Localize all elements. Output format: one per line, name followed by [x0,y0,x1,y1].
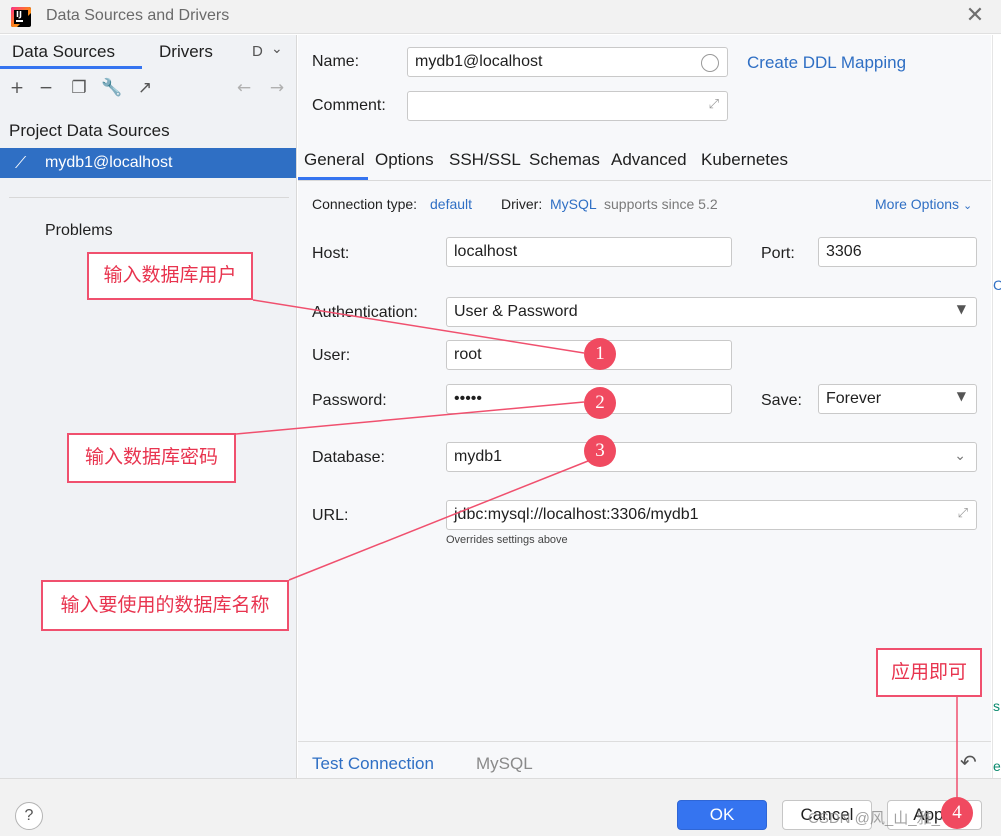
comment-label: Comment: [312,97,386,114]
divider [9,197,289,198]
save-value: Forever [826,390,882,407]
annotation-user-note: 输入数据库用户 [87,252,253,300]
step-marker-3: 3 [584,435,616,467]
title-bar: IJ Data Sources and Drivers ✕ [0,0,1001,34]
background-glyph: e [993,758,1001,774]
forward-arrow-icon[interactable]: → [266,77,288,99]
url-field[interactable]: jdbc:mysql://localhost:3306/mydb1 ⤢ [446,500,977,530]
annotation-apply-note: 应用即可 [876,648,982,697]
database-field[interactable]: mydb1 ⌄ [446,442,977,472]
create-ddl-mapping-link[interactable]: Create DDL Mapping [747,53,906,73]
ok-button[interactable]: OK [677,800,767,830]
divider [298,741,991,742]
settings-tabs: General Options SSH/SSL Schemas Advanced… [298,146,991,181]
name-field[interactable]: mydb1@localhost [407,47,728,77]
connection-type-value[interactable]: default [430,196,472,212]
step-marker-4: 4 [941,797,973,829]
port-field[interactable]: 3306 [818,237,977,267]
dropdown-arrow-icon: ▼ [956,389,966,403]
project-data-sources-heading: Project Data Sources [9,121,170,140]
tab-drivers[interactable]: Drivers [159,42,213,62]
reset-icon[interactable]: ↶ [960,750,977,774]
port-label: Port: [761,245,795,262]
close-icon[interactable]: ✕ [964,5,986,27]
annotation-password-note: 输入数据库密码 [67,433,236,483]
tab-kubernetes[interactable]: Kubernetes [701,150,788,170]
database-value: mydb1 [454,448,503,465]
color-circle-icon[interactable] [701,54,719,72]
active-tab-indicator [298,177,368,180]
expand-icon[interactable]: ⤢ [709,97,719,112]
database-label: Database: [312,449,385,466]
authentication-value: User & Password [454,303,578,320]
tab-schemas[interactable]: Schemas [529,150,600,170]
expand-icon[interactable]: ⤢ [958,506,968,521]
driver-support-note: supports since 5.2 [604,196,718,212]
url-label: URL: [312,507,349,524]
step-marker-2: 2 [584,387,616,419]
data-source-item[interactable]: ⟋ mydb1@localhost [0,148,296,178]
dropdown-arrow-icon: ▼ [956,302,966,316]
tab-options[interactable]: Options [375,150,434,170]
chevron-down-icon: ⌄ [962,199,973,212]
mysql-dolphin-icon: ⟋ [15,153,27,172]
save-label: Save: [761,392,802,409]
test-connection-link[interactable]: Test Connection [312,754,434,774]
background-glyph: C [993,277,1001,293]
left-toolbar: + − ❐ 🔧 ↗ ← → [0,71,296,105]
wrench-icon[interactable]: 🔧 [101,77,123,99]
tab-ssh-ssl[interactable]: SSH/SSL [449,150,521,170]
authentication-label: Authentication: [312,304,418,321]
help-button[interactable]: ? [15,802,43,830]
active-tab-indicator [0,66,142,69]
save-select[interactable]: Forever ▼ [818,384,977,414]
problems-item[interactable]: Problems [45,222,113,240]
add-icon[interactable]: + [6,77,28,99]
remove-icon[interactable]: − [35,77,57,99]
url-note: Overrides settings above [446,534,568,546]
password-label: Password: [312,392,387,409]
host-label: Host: [312,245,350,262]
name-label: Name: [312,53,360,70]
tab-advanced[interactable]: Advanced [611,150,687,170]
duplicate-icon[interactable]: ❐ [68,77,90,99]
driver-link[interactable]: MySQL [550,196,597,212]
authentication-select[interactable]: User & Password ▼ [446,297,977,327]
driver-footer-label[interactable]: MySQL [476,754,533,774]
intellij-app-icon: IJ [11,7,31,27]
step-marker-1: 1 [584,338,616,370]
connection-type-label: Connection type: [312,196,418,212]
background-window-strip [992,35,1001,778]
host-field[interactable]: localhost [446,237,732,267]
left-panel: Data Sources Drivers D ⌄ + − ❐ 🔧 ↗ ← → P… [0,35,297,778]
left-tabs: Data Sources Drivers D ⌄ [0,35,296,69]
tab-data-sources[interactable]: Data Sources [12,42,115,62]
annotation-database-note: 输入要使用的数据库名称 [41,580,289,631]
back-arrow-icon[interactable]: ← [233,77,255,99]
name-value: mydb1@localhost [415,53,543,70]
url-value: jdbc:mysql://localhost:3306/mydb1 [454,506,699,523]
jump-to-icon[interactable]: ↗ [134,77,156,99]
tab-overflow[interactable]: D [252,43,263,60]
more-options-link[interactable]: More Options ⌄ [875,196,972,212]
data-source-label: mydb1@localhost [45,154,173,171]
user-label: User: [312,347,351,364]
window-title: Data Sources and Drivers [46,7,230,24]
dialog-button-bar: ? OK Cancel Apply CSDN @风_山_雅_平~ [0,778,1001,836]
more-options-label: More Options [875,196,960,212]
tab-general[interactable]: General [304,150,364,170]
chevron-down-icon[interactable]: ⌄ [271,41,283,57]
dropdown-arrow-icon: ⌄ [954,448,966,464]
driver-label: Driver: [501,196,543,212]
background-glyph: s [993,698,1000,714]
comment-field[interactable]: ⤢ [407,91,728,121]
